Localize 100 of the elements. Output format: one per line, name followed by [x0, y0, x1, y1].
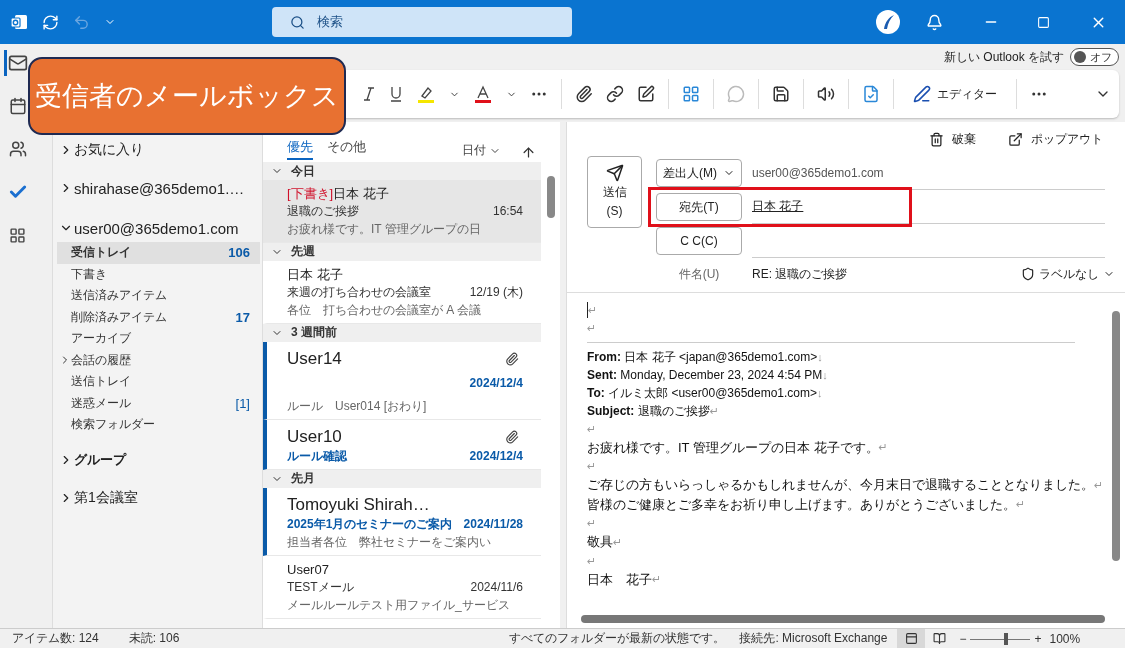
zoom-slider[interactable] [970, 632, 1031, 645]
signature-icon[interactable] [637, 85, 655, 103]
unread-count: 未読: 106 [128, 630, 180, 647]
message-item[interactable]: [下書き]日本 花子 退職のご挨拶 16:54 お疲れ様です。IT 管理グループの日 [263, 180, 541, 243]
paperclip-icon[interactable] [575, 85, 593, 103]
popout-button[interactable]: ポップアウト [1002, 129, 1109, 149]
folder-group[interactable]: グループ [57, 447, 262, 472]
body-text: お疲れ様です。IT 管理グループの日本 花子です。 [587, 438, 879, 457]
folder-item[interactable]: アーカイブ [57, 328, 260, 350]
sort-button[interactable]: 日付 [456, 141, 507, 160]
folder-item[interactable]: 検索フォルダー [57, 414, 260, 436]
message-item[interactable]: Tomoyuki Shirah… 2025年1月のセミナーのご案内 2024/11/28 担当者各位 弊社セミナーをご案内い [263, 487, 541, 557]
date-group-header[interactable]: 今日 [263, 162, 541, 180]
folder-item[interactable]: 会話の履歴 [57, 349, 260, 371]
paragraph-mark: ↵ [587, 321, 597, 335]
paragraph-mark: ↓ [822, 369, 828, 381]
message-item[interactable]: User14 2024/12/4 ルール User014 [おわり] [263, 341, 541, 420]
reading-view-icon [932, 632, 946, 645]
item-count: アイテム数: 124 [12, 630, 99, 647]
maximize-icon[interactable] [1037, 15, 1050, 29]
paragraph-mark: ↓ [817, 351, 823, 363]
paragraph-mark: ↵ [878, 441, 888, 455]
normal-view-icon [904, 632, 918, 645]
bell-icon[interactable] [926, 13, 943, 31]
zoom-thumb[interactable] [1004, 632, 1009, 645]
folder-group[interactable]: shirahase@365demo1.… [57, 176, 262, 200]
folder-item[interactable]: 削除済みアイテム 17 [57, 306, 260, 328]
folder-item[interactable]: 送信済みアイテム [57, 285, 260, 307]
link-icon[interactable] [606, 85, 624, 103]
paragraph-mark: ↵ [587, 554, 597, 568]
folder-item[interactable]: 受信トレイ 106 [57, 242, 260, 264]
address-field[interactable]: 日本 花子 [752, 190, 1105, 224]
paragraph-mark: ↵ [587, 422, 597, 436]
body-text: ご存じの方もいらっしゃるかもしれませんが、今月末日で退職することとなりました。 [587, 476, 1094, 495]
paragraph-mark: ↵ [709, 404, 719, 418]
folder-item[interactable]: 下書き [57, 263, 260, 285]
people-icon [8, 140, 27, 158]
outlook-logo-icon[interactable] [10, 13, 28, 31]
body-text: 皆様のご健康とご多幸をお祈り申し上げます。ありがとうございました。 [587, 495, 1016, 514]
paragraph-mark: ↵ [587, 460, 597, 473]
text-cursor [587, 302, 588, 318]
body-text: 敬具 [587, 533, 613, 552]
calendar-icon [8, 97, 27, 115]
sync-status: すべてのフォルダーが最新の状態です。 [509, 630, 726, 647]
apps-icon [9, 226, 26, 244]
field-button[interactable]: 差出人(M) [656, 159, 742, 187]
paragraph-mark: ↵ [652, 573, 662, 587]
discard-button[interactable]: 破棄 [923, 129, 982, 149]
header-line: To: イルミ太郎 <user00@365demo1.com> [587, 384, 818, 402]
header-line: Subject: 退職のご挨拶 [587, 402, 710, 420]
zoom-in-button[interactable]: + [1034, 631, 1042, 646]
sensitivity-icon[interactable] [862, 85, 880, 103]
avatar-icon[interactable] [876, 10, 900, 34]
address-field[interactable]: user00@365demo1.com [752, 156, 1105, 190]
connection-status: 接続先: Microsoft Exchange [739, 630, 888, 647]
editor-button[interactable]: エディター [907, 84, 1003, 104]
new-outlook-toggle[interactable]: オフ [1070, 48, 1119, 66]
underline-icon[interactable] [389, 85, 403, 103]
scrollbar[interactable] [581, 614, 1105, 624]
header-line: Sent: Monday, December 23, 2024 4:54 PM [587, 368, 823, 382]
paragraph-mark: ↵ [613, 535, 623, 549]
header-line: From: 日本 花子 <japan@365demo1.com> [587, 348, 818, 366]
folder-group[interactable]: お気に入り [57, 138, 262, 162]
body-text: 日本 花子 [587, 570, 652, 589]
field-button[interactable]: 宛先(T) [656, 193, 742, 221]
read-aloud-icon[interactable] [817, 85, 835, 103]
message-item[interactable]: User10 ルール確認 2024/12/4 [263, 419, 541, 470]
shield-icon [1021, 267, 1035, 281]
popout-icon [1008, 131, 1023, 147]
save-icon[interactable] [772, 85, 790, 103]
field-button[interactable]: C C(C) [656, 227, 742, 255]
subject-label: 件名(U) [677, 265, 721, 283]
sync-icon[interactable] [42, 13, 59, 31]
list-tab[interactable]: その他 [327, 136, 366, 160]
trash-icon [929, 131, 944, 147]
mail-icon [7, 53, 28, 73]
subject-field[interactable]: RE: 退職のご挨拶 [752, 265, 848, 283]
send-button[interactable]: 送信 (S) [587, 156, 642, 228]
paragraph-mark: ↓ [817, 387, 823, 399]
sensitivity-button[interactable]: ラベルなし [1015, 264, 1121, 284]
paragraph-mark: ↵ [588, 303, 598, 317]
zoom-level: 100% [1049, 631, 1081, 646]
search-field[interactable]: 検索 [272, 7, 572, 37]
apps-icon[interactable] [682, 85, 700, 103]
search-icon [290, 14, 305, 30]
folder-group[interactable]: 第1会議室 [57, 485, 262, 510]
paragraph-mark: ↵ [1016, 498, 1026, 512]
italic-icon[interactable] [362, 85, 376, 103]
folder-item[interactable]: 送信トレイ [57, 371, 260, 393]
send-icon [605, 164, 624, 183]
folder-item[interactable]: 迷惑メール [1] [57, 392, 260, 414]
new-outlook-label: 新しい Outlook を試す [943, 48, 1064, 66]
view-button[interactable] [897, 628, 926, 648]
font-color-icon[interactable] [473, 84, 493, 104]
folder-group[interactable]: user00@365demo1.com [57, 216, 262, 240]
paragraph-mark: ↵ [1094, 478, 1104, 492]
zoom-out-button[interactable]: − [959, 631, 967, 646]
pen-icon [913, 85, 931, 103]
paragraph-mark: ↵ [587, 517, 597, 530]
callout-label: 受信者のメールボックス [28, 57, 346, 135]
